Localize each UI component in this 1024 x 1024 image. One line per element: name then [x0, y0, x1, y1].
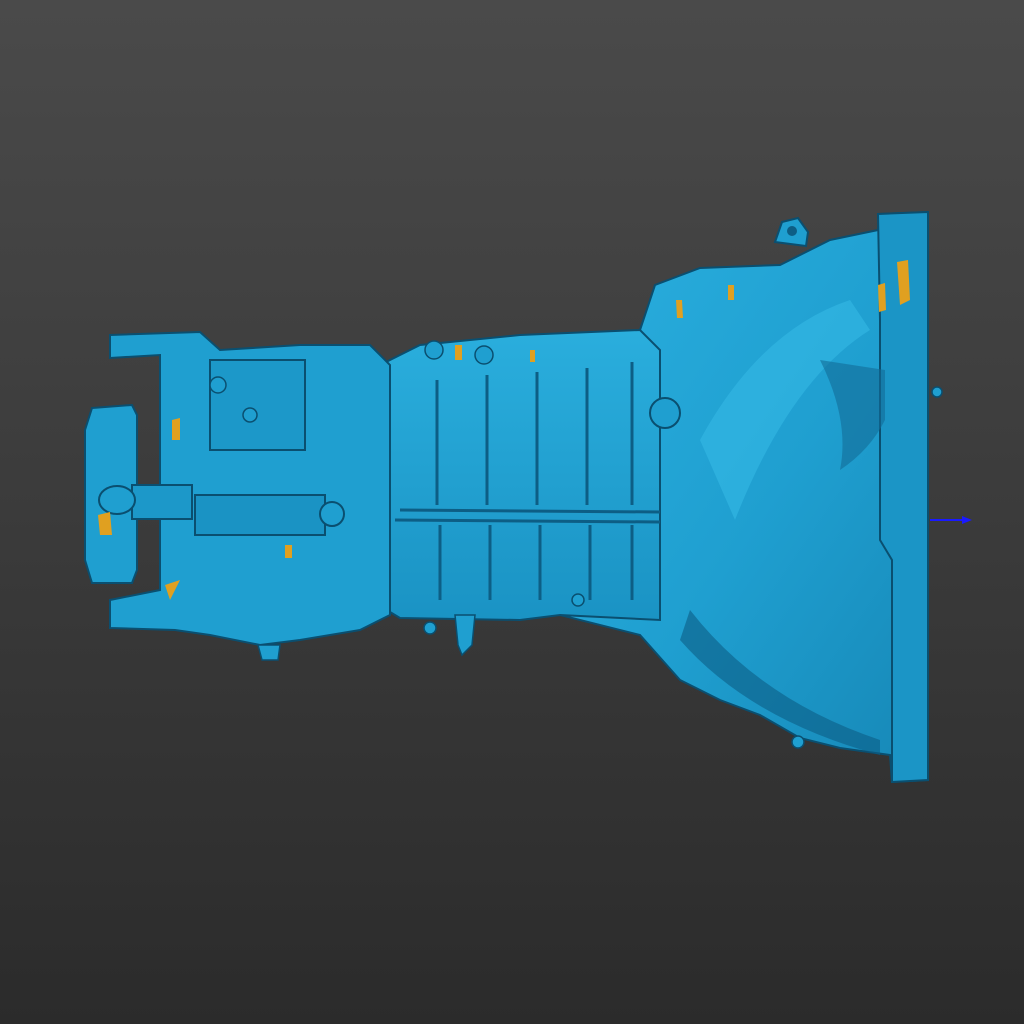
3d-viewport[interactable] — [0, 0, 1024, 1024]
scan-model-render[interactable] — [0, 0, 1024, 1024]
drain-plug — [454, 614, 476, 657]
output-shaft — [131, 484, 193, 520]
side-cover — [194, 494, 326, 536]
gearbox-mesh-icon — [84, 210, 943, 784]
lower-tab — [257, 644, 281, 661]
axis-arrow-icon — [930, 516, 972, 524]
main-case — [369, 328, 661, 622]
shift-tower — [209, 359, 306, 451]
